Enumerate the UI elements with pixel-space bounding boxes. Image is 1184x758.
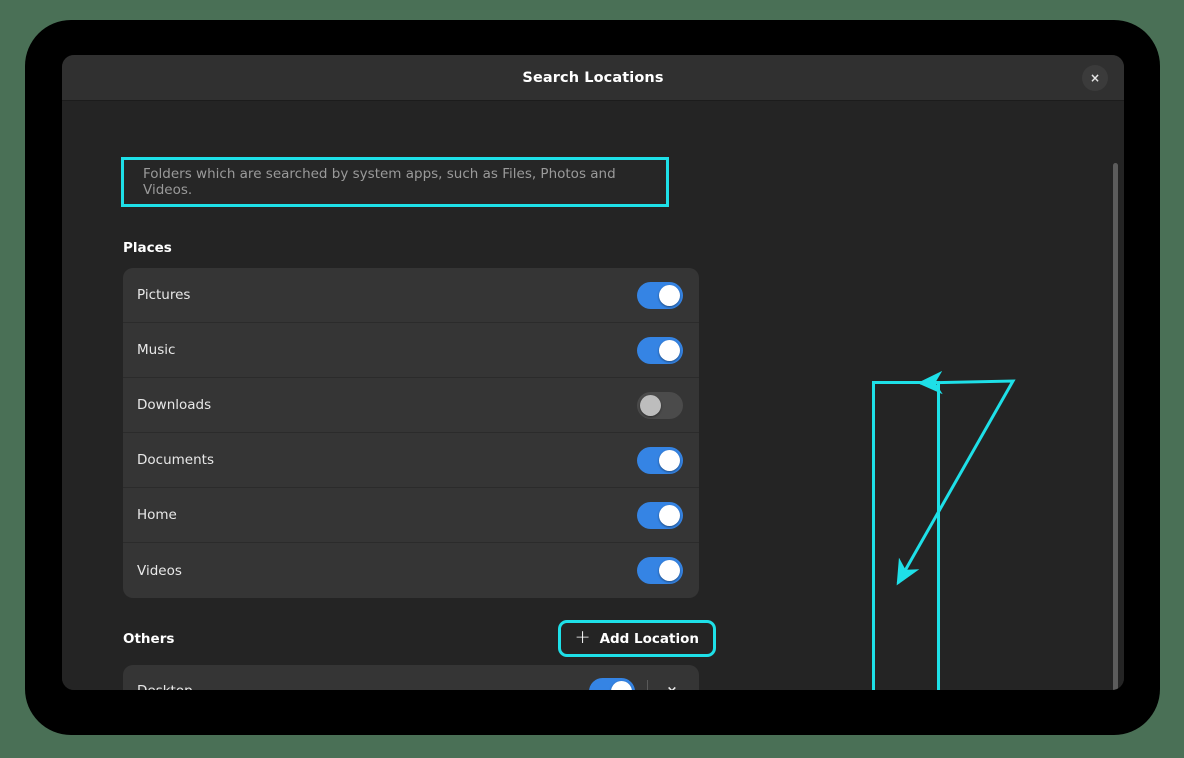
description-banner: Folders which are searched by system app… bbox=[123, 159, 667, 205]
plus-icon: + bbox=[575, 628, 591, 647]
dialog-body: Folders which are searched by system app… bbox=[62, 159, 1124, 690]
page-title: Search Locations bbox=[522, 70, 663, 86]
others-header: Others + Add Location bbox=[123, 623, 699, 654]
add-location-button[interactable]: + Add Location bbox=[561, 623, 713, 654]
toggle-knob bbox=[640, 395, 661, 416]
row-divider bbox=[647, 680, 648, 690]
dialog-content: Folders which are searched by system app… bbox=[123, 159, 941, 690]
close-button[interactable]: × bbox=[1082, 65, 1108, 91]
scrollbar[interactable] bbox=[1111, 163, 1119, 690]
search-locations-dialog: Search Locations × Folders which are sea… bbox=[62, 55, 1124, 690]
place-toggle[interactable] bbox=[637, 447, 683, 474]
others-section-title: Others bbox=[123, 631, 174, 647]
place-label: Documents bbox=[137, 452, 637, 468]
description-text: Folders which are searched by system app… bbox=[143, 166, 647, 198]
table-row: Videos bbox=[123, 543, 699, 598]
other-label: Desktop bbox=[137, 683, 589, 690]
table-row: Downloads bbox=[123, 378, 699, 433]
place-toggle[interactable] bbox=[637, 282, 683, 309]
list-item: Desktop × bbox=[123, 665, 699, 690]
add-location-label: Add Location bbox=[600, 631, 699, 647]
table-row: Music bbox=[123, 323, 699, 378]
places-section-title: Places bbox=[123, 240, 941, 256]
scrollbar-thumb[interactable] bbox=[1113, 163, 1118, 690]
toggle-knob bbox=[659, 340, 680, 361]
place-label: Pictures bbox=[137, 287, 637, 303]
remove-location-button[interactable]: × bbox=[661, 680, 683, 690]
close-icon: × bbox=[667, 685, 678, 691]
toggle-knob bbox=[659, 285, 680, 306]
toggle-knob bbox=[659, 450, 680, 471]
places-list: Pictures Music Downloads Documents Home Video… bbox=[123, 268, 699, 598]
place-label: Videos bbox=[137, 563, 637, 579]
place-toggle[interactable] bbox=[637, 392, 683, 419]
table-row: Home bbox=[123, 488, 699, 543]
table-row: Pictures bbox=[123, 268, 699, 323]
place-toggle[interactable] bbox=[637, 502, 683, 529]
toggle-knob bbox=[611, 681, 632, 691]
place-toggle[interactable] bbox=[637, 337, 683, 364]
toggle-knob bbox=[659, 505, 680, 526]
place-label: Home bbox=[137, 507, 637, 523]
place-toggle[interactable] bbox=[637, 557, 683, 584]
others-list: Desktop × bbox=[123, 665, 699, 690]
table-row: Documents bbox=[123, 433, 699, 488]
place-label: Music bbox=[137, 342, 637, 358]
other-toggle[interactable] bbox=[589, 678, 635, 691]
toggle-knob bbox=[659, 560, 680, 581]
place-label: Downloads bbox=[137, 397, 637, 413]
dialog-titlebar: Search Locations × bbox=[62, 55, 1124, 101]
close-icon: × bbox=[1090, 72, 1100, 84]
